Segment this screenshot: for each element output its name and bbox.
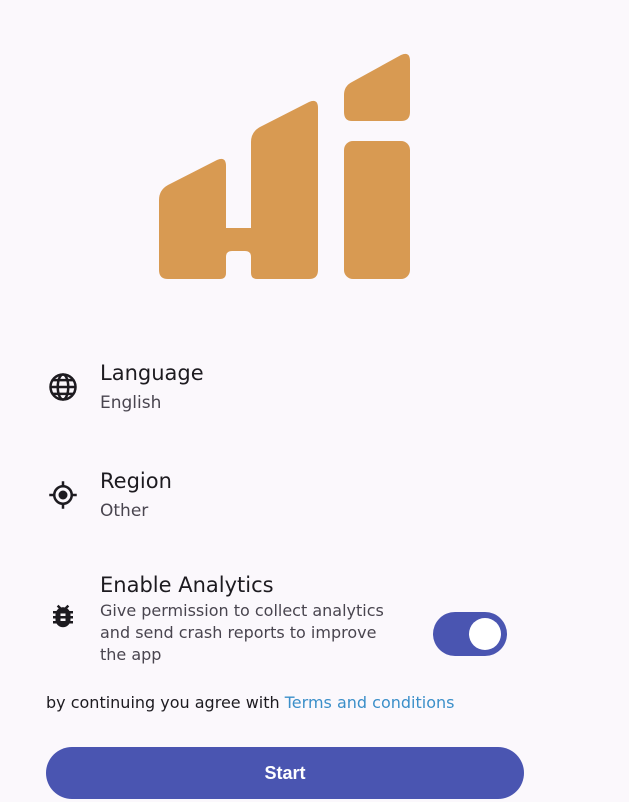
region-setting[interactable]: Region Other — [0, 468, 629, 528]
analytics-toggle[interactable] — [433, 612, 507, 656]
analytics-setting: Enable Analytics Give permission to coll… — [0, 572, 629, 672]
bug-icon — [48, 601, 78, 631]
app-logo — [159, 52, 411, 280]
terms-notice: by continuing you agree with Terms and c… — [46, 692, 454, 714]
globe-icon — [48, 372, 78, 402]
analytics-title: Enable Analytics — [100, 573, 274, 597]
region-title: Region — [100, 469, 172, 493]
terms-link[interactable]: Terms and conditions — [285, 693, 455, 712]
language-setting[interactable]: Language English — [0, 360, 629, 420]
start-button[interactable]: Start — [46, 747, 524, 799]
language-value: English — [100, 393, 162, 413]
hi-logo-icon — [159, 53, 410, 279]
language-title: Language — [100, 361, 204, 385]
region-value: Other — [100, 501, 149, 521]
terms-prefix: by continuing you agree with — [46, 693, 285, 712]
toggle-knob — [469, 618, 501, 650]
location-target-icon — [48, 480, 78, 510]
analytics-description: Give permission to collect analytics and… — [100, 601, 384, 664]
